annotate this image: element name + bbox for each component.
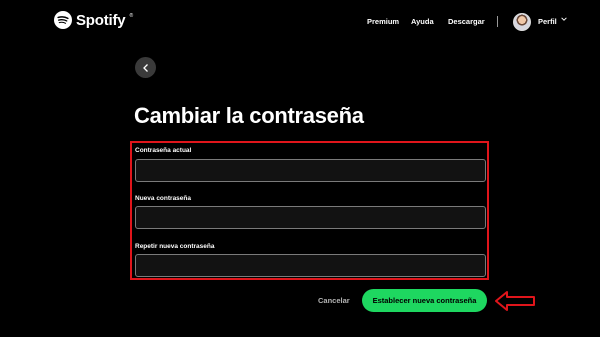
back-button[interactable] [135, 57, 156, 78]
chevron-down-icon[interactable] [560, 15, 568, 23]
spotify-logo[interactable]: Spotify ® [54, 11, 133, 29]
cancel-button[interactable]: Cancelar [318, 296, 350, 305]
back-arrow-icon [142, 63, 148, 72]
profile-menu[interactable]: Perfil [538, 17, 557, 26]
page-title: Cambiar la contraseña [134, 103, 364, 128]
brand-name: Spotify [76, 11, 126, 29]
repeat-password-label: Repetir nueva contraseña [135, 243, 215, 250]
spotify-logo-icon [54, 11, 72, 29]
current-password-field[interactable] [135, 159, 486, 182]
submit-button[interactable]: Establecer nueva contraseña [362, 289, 487, 312]
new-password-field[interactable] [135, 206, 486, 229]
current-password-label: Contraseña actual [135, 147, 192, 154]
new-password-label: Nueva contraseña [135, 195, 191, 202]
avatar[interactable] [513, 13, 531, 31]
nav-ayuda[interactable]: Ayuda [411, 17, 434, 26]
nav-premium[interactable]: Premium [367, 17, 399, 26]
nav-divider [497, 16, 498, 27]
top-nav: Spotify ® Premium Ayuda Descargar Perfil [0, 0, 600, 44]
nav-descargar[interactable]: Descargar [448, 17, 485, 26]
annotation-arrow-icon [495, 291, 535, 311]
repeat-password-field[interactable] [135, 254, 486, 277]
trademark-symbol: ® [129, 13, 134, 19]
